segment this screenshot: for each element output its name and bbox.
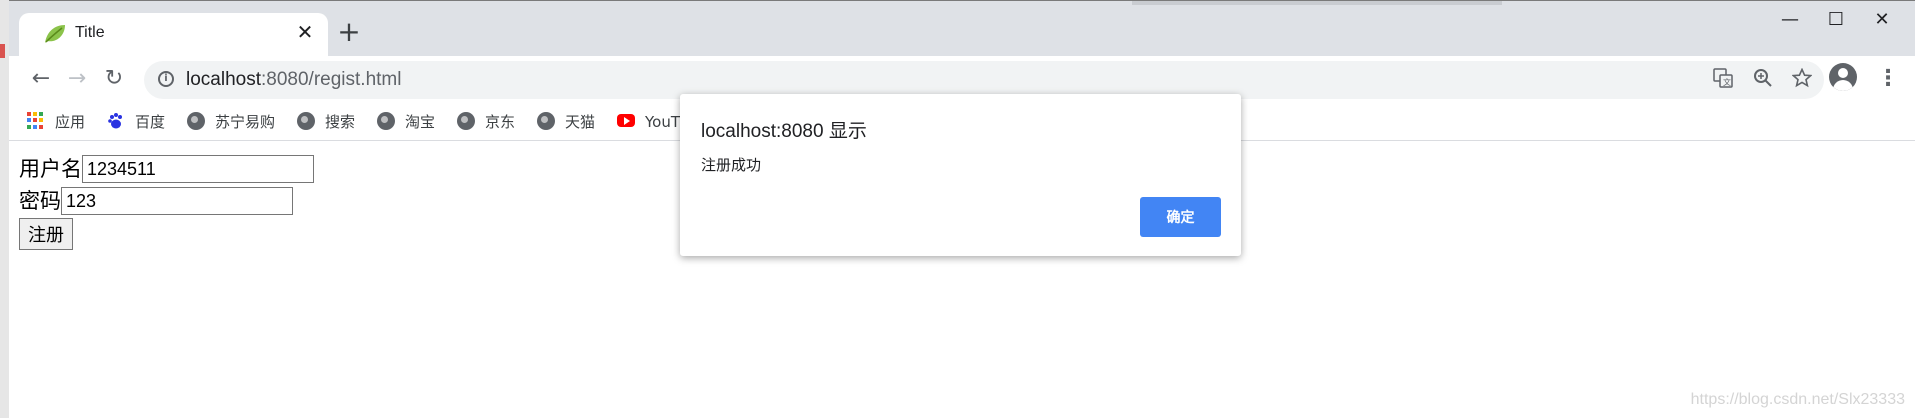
bookmark-taobao[interactable]: 淘宝 [377, 110, 435, 134]
bookmark-label: YouT [645, 113, 681, 131]
dialog-title: localhost:8080 显示 [701, 121, 867, 142]
password-input[interactable] [61, 187, 293, 215]
password-label: 密码 [19, 189, 61, 213]
globe-icon [187, 111, 205, 130]
bookmark-tmall[interactable]: 天猫 [537, 110, 595, 134]
bookmark-label: 苏宁易购 [215, 113, 276, 131]
page-content: 用户名 密码 注册 [19, 153, 314, 250]
globe-icon [457, 111, 475, 130]
minimize-button[interactable]: — [1767, 7, 1813, 33]
window-edge-stub [1132, 1, 1502, 5]
bookmark-jd[interactable]: 京东 [457, 110, 515, 134]
menu-icon[interactable]: ⋮ [1877, 64, 1899, 94]
close-window-button[interactable]: ✕ [1859, 7, 1905, 33]
bookmark-search[interactable]: 搜索 [297, 110, 355, 134]
baidu-paw-icon [107, 112, 125, 130]
bookmark-label: 天猫 [565, 113, 596, 131]
bookmark-apps[interactable]: 应用 [27, 110, 85, 134]
username-row: 用户名 [19, 153, 314, 185]
star-icon[interactable] [1790, 67, 1814, 92]
submit-row: 注册 [19, 217, 314, 250]
tab-strip: Title ✕ + — ☐ ✕ [9, 1, 1915, 57]
back-button[interactable]: ← [26, 64, 56, 94]
youtube-icon [617, 114, 635, 127]
url-text[interactable]: localhost:8080/regist.html [186, 69, 401, 91]
bookmark-label: 应用 [55, 113, 86, 131]
password-row: 密码 [19, 185, 314, 217]
globe-icon [537, 111, 555, 130]
bookmark-label: 淘宝 [405, 113, 436, 131]
dialog-message: 注册成功 [701, 156, 762, 174]
tab-close-icon[interactable]: ✕ [293, 20, 317, 44]
globe-icon [377, 111, 395, 130]
new-tab-button[interactable]: + [334, 18, 364, 48]
bookmark-baidu[interactable]: 百度 [107, 110, 165, 134]
username-input[interactable] [82, 155, 314, 183]
bookmark-label: 搜索 [325, 113, 356, 131]
alert-dialog: localhost:8080 显示 注册成功 确定 [680, 94, 1241, 256]
svg-text:文: 文 [1723, 77, 1731, 87]
zoom-icon[interactable] [1751, 68, 1775, 92]
bookmark-label: 百度 [135, 113, 166, 131]
dialog-ok-button[interactable]: 确定 [1140, 197, 1221, 237]
maximize-button[interactable]: ☐ [1813, 7, 1859, 33]
username-label: 用户名 [19, 157, 82, 181]
edge-marker [0, 44, 5, 58]
tab-title: Title [75, 24, 105, 41]
bookmark-suning[interactable]: 苏宁易购 [187, 110, 275, 134]
info-icon[interactable]: i [158, 71, 174, 87]
bookmark-label: 京东 [485, 113, 516, 131]
profile-avatar-icon[interactable] [1829, 63, 1857, 91]
tab-active[interactable]: Title ✕ [19, 13, 328, 57]
left-edge [0, 0, 9, 418]
reload-button[interactable]: ↻ [99, 64, 129, 94]
globe-icon [297, 111, 315, 130]
watermark: https://blog.csdn.net/Slx23333 [1690, 391, 1905, 408]
bookmark-youtube[interactable]: YouT [617, 110, 680, 134]
apps-icon [27, 111, 45, 130]
leaf-icon [45, 25, 65, 43]
translate-icon[interactable]: 文 [1711, 68, 1735, 92]
forward-button[interactable]: → [62, 64, 92, 94]
register-button[interactable]: 注册 [19, 217, 73, 250]
